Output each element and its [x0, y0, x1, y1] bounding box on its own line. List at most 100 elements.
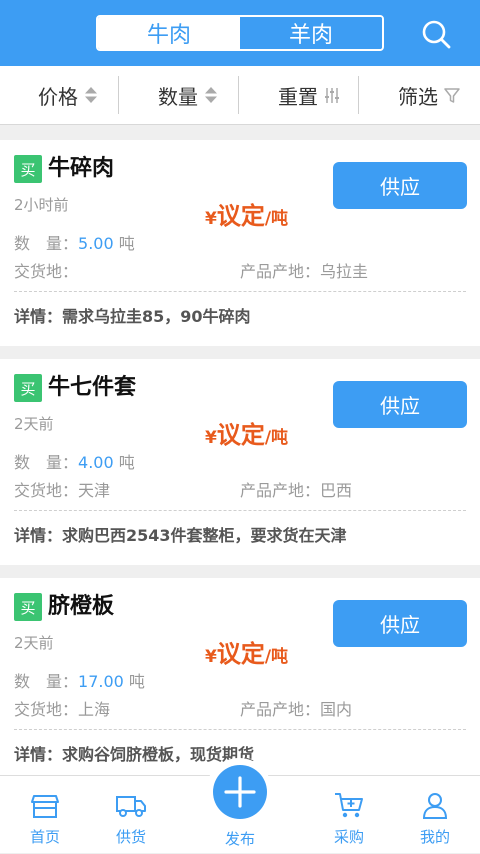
listing-quantity: 数 量：17.00 吨: [14, 668, 145, 692]
divider: [358, 76, 359, 114]
sort-icon: [205, 87, 217, 103]
quantity-value: 4.00: [78, 453, 114, 472]
listing-detail: 详情：求购谷饲脐橙板，现货期货: [14, 741, 254, 765]
listing-title: 牛碎肉: [48, 156, 115, 181]
delivery-label: 交货地：: [14, 481, 79, 500]
listing-time: 2天前: [14, 634, 54, 652]
divider: [118, 76, 119, 114]
price-symbol: ¥: [205, 428, 217, 448]
filter-icon: [444, 88, 460, 103]
price-unit: /吨: [264, 647, 289, 667]
listing-delivery: 交货地：天津: [14, 477, 110, 501]
listing-delivery: 交货地：上海: [14, 696, 110, 720]
listing-price: ¥议定/吨: [205, 634, 288, 669]
tab-beef[interactable]: 牛肉: [98, 17, 240, 49]
listing-card[interactable]: 买 牛七件套 2天前 ¥议定/吨 供应 数 量：4.00 吨 交货地：天津 产品…: [0, 359, 480, 565]
tab-publish-label: 发布: [224, 830, 255, 848]
quantity-label: 数 量：: [14, 234, 79, 253]
quantity-label: 数 量：: [14, 672, 79, 691]
detail-label: 详情：: [14, 307, 63, 326]
filter-reset[interactable]: 重置: [278, 66, 340, 124]
publish-button[interactable]: [213, 765, 267, 819]
listing-detail: 详情：需求乌拉圭85，90牛碎肉: [14, 303, 251, 327]
tab-purchase-label: 采购: [333, 828, 364, 846]
origin-value: 国内: [320, 700, 353, 719]
detail-value: 求购巴西2543件套整柜，要求货在天津: [62, 526, 347, 545]
divider: [238, 76, 239, 114]
listing-origin: 产品产地：乌拉圭: [240, 258, 368, 282]
delivery-value: 天津: [78, 481, 111, 500]
filter-quantity-label: 数量: [158, 84, 198, 109]
filter-screen[interactable]: 筛选: [398, 66, 460, 124]
filter-price[interactable]: 价格: [38, 66, 98, 124]
listing-origin: 产品产地：国内: [240, 696, 352, 720]
buy-badge: 买: [14, 374, 42, 402]
quantity-unit: 吨: [118, 453, 135, 472]
truck-icon: [116, 796, 146, 817]
sliders-icon: [325, 88, 339, 103]
filter-quantity[interactable]: 数量: [158, 66, 218, 124]
buy-badge: 买: [14, 155, 42, 183]
delivery-label: 交货地：: [14, 700, 79, 719]
dashed-divider: [14, 729, 466, 730]
listing-quantity: 数 量：4.00 吨: [14, 449, 135, 473]
supply-button[interactable]: 供应: [333, 162, 467, 209]
listing-time: 2天前: [14, 415, 54, 433]
listing-title: 脐橙板: [48, 594, 115, 619]
listing-origin: 产品产地：巴西: [240, 477, 352, 501]
cart-icon: [335, 793, 363, 818]
quantity-unit: 吨: [128, 672, 145, 691]
supply-button[interactable]: 供应: [333, 600, 467, 647]
origin-label: 产品产地：: [240, 481, 321, 500]
listing-card[interactable]: 买 脐橙板 2天前 ¥议定/吨 供应 数 量：17.00 吨 交货地：上海 产品…: [0, 578, 480, 784]
listing-title: 牛七件套: [48, 375, 137, 400]
tab-home[interactable]: 首页: [0, 776, 90, 854]
quantity-unit: 吨: [118, 234, 135, 253]
tab-supply[interactable]: 供货: [86, 776, 176, 854]
delivery-value: 上海: [78, 700, 111, 719]
tab-lamb[interactable]: 羊肉: [240, 17, 382, 49]
tab-home-label: 首页: [29, 828, 60, 846]
top-bar: 牛肉 羊肉: [0, 0, 480, 66]
price-symbol: ¥: [205, 209, 217, 229]
price-unit: /吨: [264, 209, 289, 229]
quantity-value: 17.00: [78, 672, 124, 691]
supply-button[interactable]: 供应: [333, 381, 467, 428]
detail-label: 详情：: [14, 745, 63, 764]
listing-price: ¥议定/吨: [205, 415, 288, 450]
store-icon: [31, 795, 59, 818]
listing-detail: 详情：求购巴西2543件套整柜，要求货在天津: [14, 522, 347, 546]
price-value: 议定: [216, 202, 265, 230]
price-unit: /吨: [264, 428, 289, 448]
category-segment: 牛肉 羊肉: [96, 15, 384, 51]
filter-bar: 价格 数量 重置 筛选: [0, 66, 480, 125]
origin-label: 产品产地：: [240, 262, 321, 281]
filter-reset-label: 重置: [278, 84, 318, 109]
price-value: 议定: [216, 640, 265, 668]
origin-value: 巴西: [320, 481, 353, 500]
dashed-divider: [14, 510, 466, 511]
quantity-label: 数 量：: [14, 453, 79, 472]
tab-profile-label: 我的: [419, 828, 450, 846]
buy-badge: 买: [14, 593, 42, 621]
price-value: 议定: [216, 421, 265, 449]
filter-price-label: 价格: [38, 84, 78, 109]
listing-price: ¥议定/吨: [205, 196, 288, 231]
price-symbol: ¥: [205, 647, 217, 667]
quantity-value: 5.00: [78, 234, 114, 253]
listing-card[interactable]: 买 牛碎肉 2小时前 ¥议定/吨 供应 数 量：5.00 吨 交货地： 产品产地…: [0, 140, 480, 346]
user-icon: [422, 793, 448, 819]
origin-value: 乌拉圭: [320, 262, 369, 281]
delivery-label: 交货地：: [14, 262, 79, 281]
detail-value: 需求乌拉圭85，90牛碎肉: [62, 307, 251, 326]
tab-profile[interactable]: 我的: [390, 776, 480, 854]
plus-icon: [224, 776, 256, 808]
sort-icon: [85, 87, 97, 103]
detail-label: 详情：: [14, 526, 63, 545]
search-icon[interactable]: [420, 18, 452, 50]
tab-supply-label: 供货: [115, 828, 146, 846]
listing-delivery: 交货地：: [14, 258, 78, 282]
origin-label: 产品产地：: [240, 700, 321, 719]
listing-time: 2小时前: [14, 196, 69, 214]
tab-purchase[interactable]: 采购: [304, 776, 394, 854]
